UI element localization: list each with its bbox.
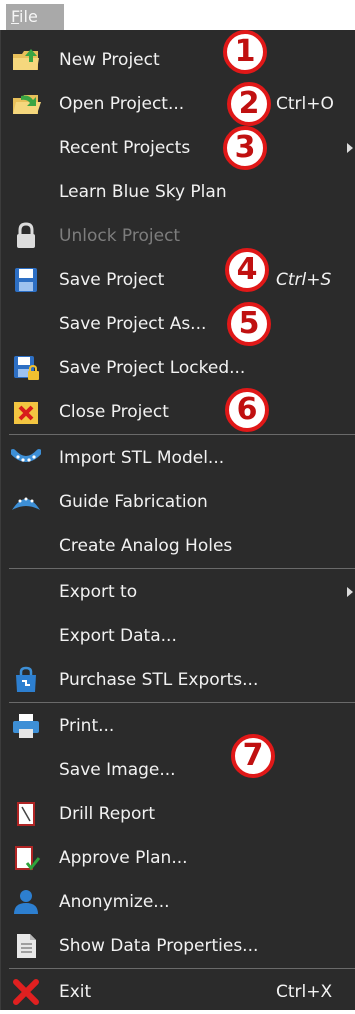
save-icon [15, 268, 37, 292]
menu-item-label: Save Project As... [59, 314, 207, 334]
menu-item-import-stl-model[interactable]: Import STL Model... [1, 436, 355, 480]
menu-item-label: Recent Projects [59, 138, 191, 158]
menu-item-label: Exit [59, 982, 92, 1002]
menu-item-unlock-project: Unlock Project [1, 214, 355, 258]
file-menu-accelerator: F [11, 7, 20, 26]
menu-item-save-project[interactable]: Save Project Ctrl+S [1, 258, 355, 302]
menu-separator [9, 702, 355, 703]
open-project-icon [13, 95, 41, 114]
annotation-badge-7: 7 [231, 734, 275, 778]
menu-item-approve-plan[interactable]: Approve Plan... [1, 836, 355, 880]
menu-item-label: Show Data Properties... [59, 936, 259, 956]
annotation-badge-2: 2 [227, 82, 271, 126]
annotation-badge-1: 1 [223, 30, 267, 74]
menu-item-anonymize[interactable]: Anonymize... [1, 880, 355, 924]
anonymize-user-icon [14, 890, 38, 914]
menu-item-exit[interactable]: Exit Ctrl+X [1, 970, 355, 1014]
import-stl-icon [11, 449, 41, 462]
menu-item-label: Print... [59, 716, 115, 736]
annotation-badge-4: 4 [225, 248, 269, 292]
menu-item-guide-fabrication[interactable]: Guide Fabrication [1, 480, 355, 524]
menu-item-create-analog-holes[interactable]: Create Analog Holes [1, 524, 355, 568]
menu-item-label: Anonymize... [59, 892, 170, 912]
menu-item-drill-report[interactable]: Drill Report [1, 792, 355, 836]
file-menu-dropdown: New Project Open Project... Ctrl+O Recen… [0, 30, 355, 1010]
menu-item-print[interactable]: Print... [1, 704, 355, 748]
menu-item-recent-projects[interactable]: Recent Projects [1, 126, 355, 170]
submenu-arrow-icon [347, 587, 353, 597]
menu-item-label: Create Analog Holes [59, 536, 233, 556]
menu-item-save-project-locked[interactable]: Save Project Locked... [1, 346, 355, 390]
menu-item-label: Purchase STL Exports... [59, 670, 259, 690]
shortcut-label: Ctrl+O [276, 94, 334, 114]
menu-item-label: Drill Report [59, 804, 156, 824]
menu-item-purchase-stl-exports[interactable]: Purchase STL Exports... [1, 658, 355, 702]
approve-plan-icon [15, 846, 41, 871]
guide-fabrication-icon [12, 497, 40, 510]
menu-item-label: Export Data... [59, 626, 177, 646]
menu-item-open-project[interactable]: Open Project... Ctrl+O [1, 82, 355, 126]
purchase-bag-icon [16, 666, 36, 692]
shortcut-label: Ctrl+X [276, 982, 333, 1002]
shortcut-label: Ctrl+S [276, 270, 332, 290]
menu-item-export-to[interactable]: Export to [1, 570, 355, 614]
drill-report-icon [17, 802, 35, 826]
new-project-icon [13, 49, 39, 70]
file-menu-tab[interactable]: File [6, 4, 64, 30]
menu-item-label: Save Image... [59, 760, 176, 780]
save-locked-icon [14, 356, 39, 380]
file-menu-label: ile [19, 7, 38, 26]
menu-item-new-project[interactable]: New Project [1, 38, 355, 82]
annotation-badge-6: 6 [225, 388, 269, 432]
menu-item-label: Import STL Model... [59, 448, 225, 468]
document-icon [17, 934, 36, 958]
menu-item-show-data-properties[interactable]: Show Data Properties... [1, 924, 355, 968]
menu-item-save-project-as[interactable]: Save Project As... [1, 302, 355, 346]
menu-item-label: Save Project Locked... [59, 358, 246, 378]
annotation-badge-3: 3 [223, 126, 267, 170]
menu-item-label: New Project [59, 50, 160, 70]
submenu-arrow-icon [347, 143, 353, 153]
menu-item-label: Guide Fabrication [59, 492, 208, 512]
menu-separator [9, 568, 355, 569]
menu-item-label: Open Project... [59, 94, 185, 114]
menu-item-export-data[interactable]: Export Data... [1, 614, 355, 658]
menu-item-label: Learn Blue Sky Plan [59, 182, 227, 202]
menu-item-label: Save Project [59, 270, 165, 290]
close-project-icon [14, 402, 38, 424]
printer-icon [13, 714, 39, 738]
annotation-badge-5: 5 [227, 302, 271, 346]
menu-item-label: Unlock Project [59, 226, 181, 246]
menu-separator [9, 434, 355, 435]
menu-item-close-project[interactable]: Close Project [1, 390, 355, 434]
exit-x-icon [13, 979, 39, 1005]
menu-item-label: Approve Plan... [59, 848, 188, 868]
menu-separator [9, 968, 355, 969]
menu-item-label: Export to [59, 582, 138, 602]
menu-item-label: Close Project [59, 402, 169, 422]
lock-icon [17, 222, 35, 248]
menu-item-learn-blue-sky-plan[interactable]: Learn Blue Sky Plan [1, 170, 355, 214]
menu-item-save-image[interactable]: Save Image... [1, 748, 355, 792]
